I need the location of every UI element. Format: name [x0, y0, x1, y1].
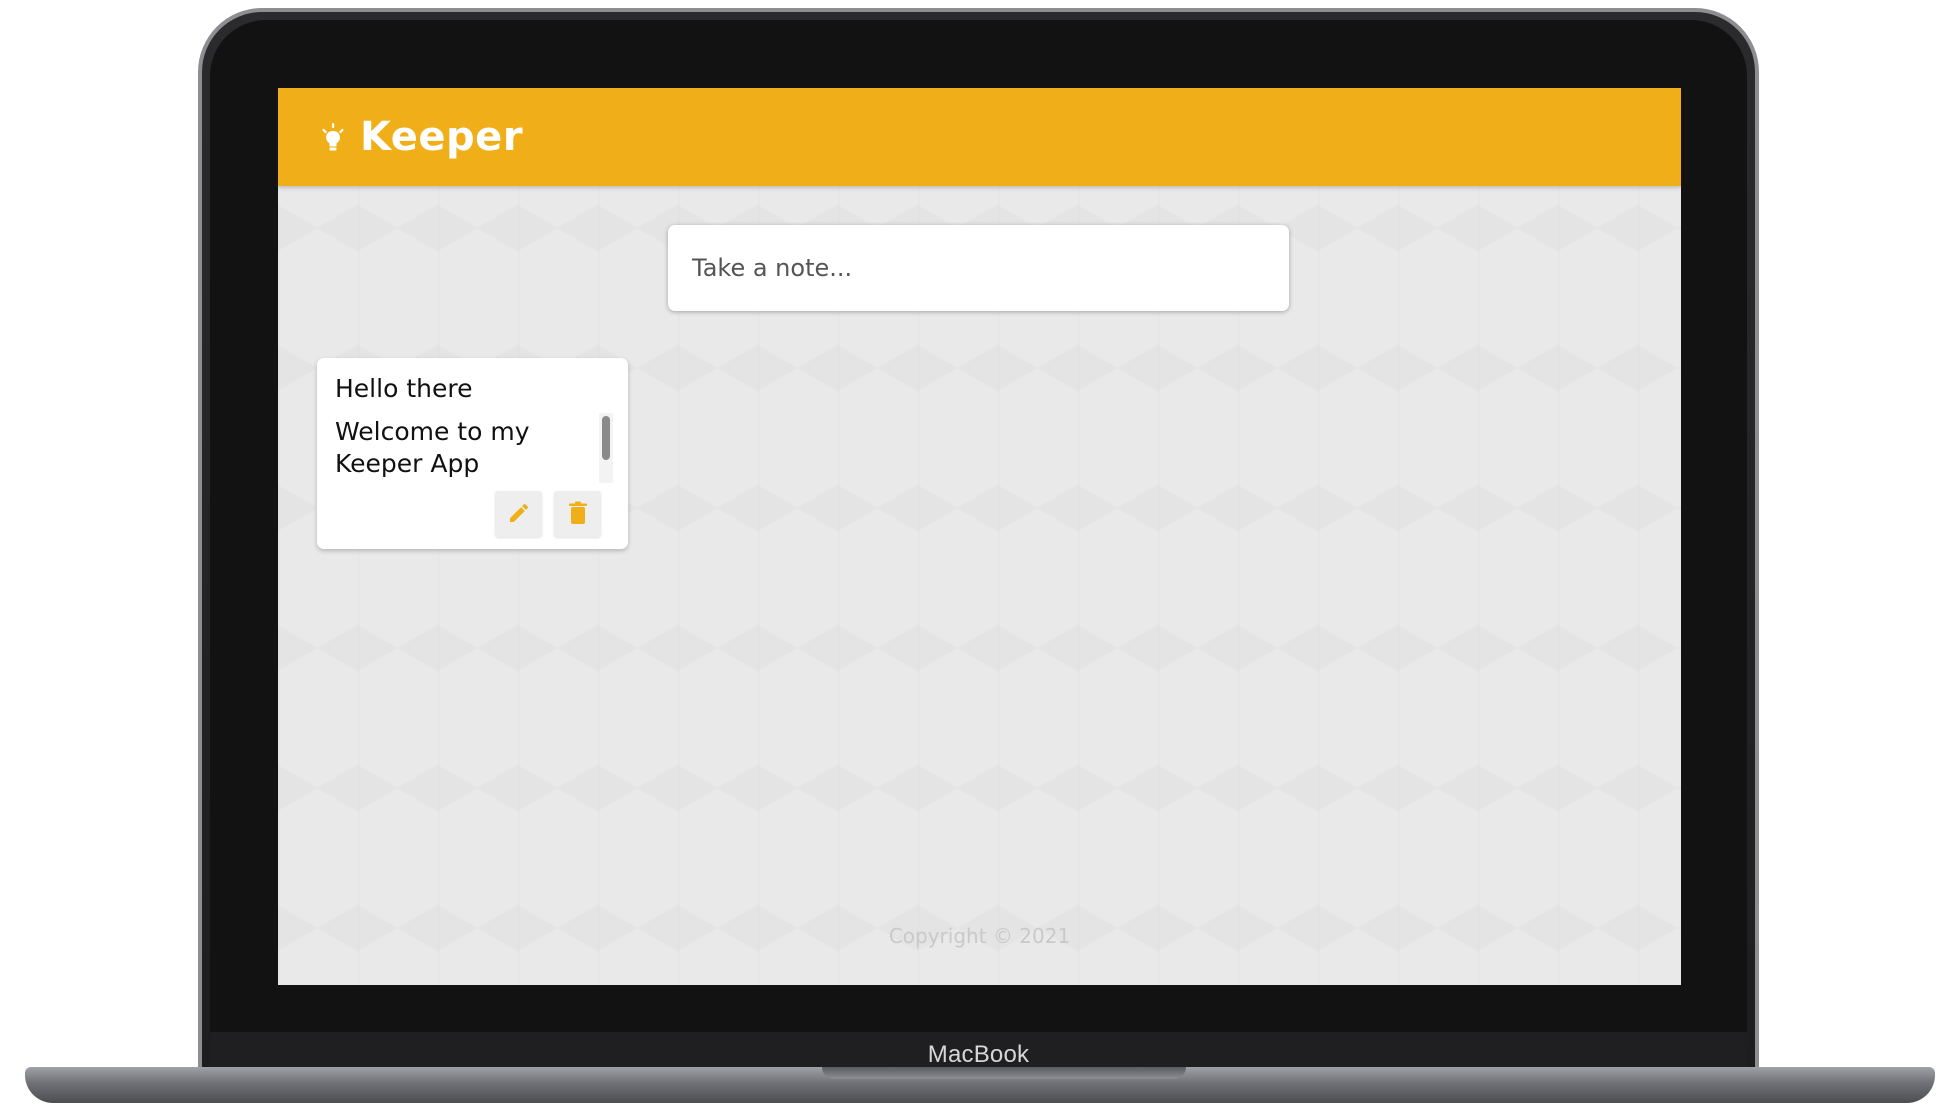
- take-note-input[interactable]: [668, 225, 1289, 311]
- trash-icon: [567, 501, 589, 528]
- lightbulb-icon: [320, 121, 346, 153]
- note-scrollbar[interactable]: [599, 413, 613, 483]
- screen-edge: [1681, 88, 1696, 985]
- note-content: Welcome to my Keeper App: [335, 417, 530, 478]
- app-screen: Keeper Hello there Welcome to my Keeper …: [278, 88, 1681, 985]
- laptop-base-notch: [822, 1067, 1186, 1079]
- app-title: Keeper: [360, 114, 524, 160]
- device-brand-label: MacBook: [927, 1041, 1030, 1068]
- copyright-footer: Copyright © 2021: [888, 924, 1071, 948]
- note-title: Hello there: [335, 374, 473, 403]
- pencil-icon: [507, 501, 531, 528]
- app-header: Keeper: [278, 88, 1681, 186]
- note-scrollbar-thumb[interactable]: [602, 416, 610, 460]
- note-card: Hello there Welcome to my Keeper App: [317, 358, 628, 549]
- delete-note-button[interactable]: [554, 491, 601, 537]
- edit-note-button[interactable]: [495, 491, 542, 537]
- laptop-base: [25, 1067, 1935, 1103]
